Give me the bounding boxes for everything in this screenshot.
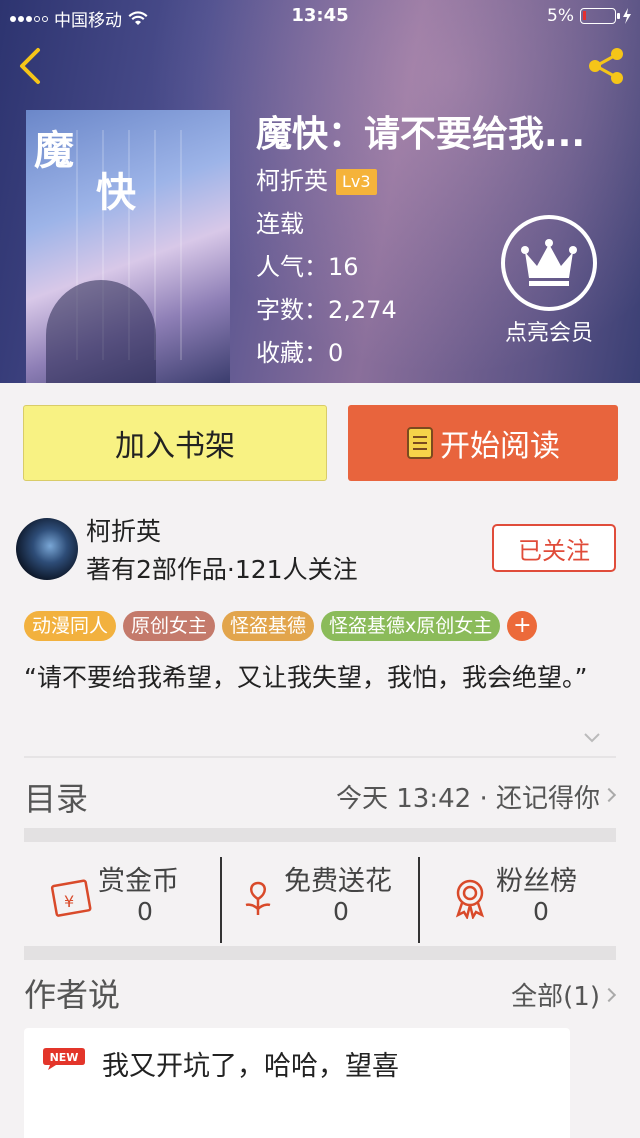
tag[interactable]: 动漫同人 [24,611,117,641]
author-notes-title: 作者说 [24,976,121,1014]
author-name[interactable]: 柯折英 [86,512,161,548]
battery-icon [580,8,620,24]
favorites-label: 收藏： [256,339,328,367]
book-synopsis: “请不要给我希望，又让我失望，我怕，我会绝望。” [24,663,588,692]
book-title: 魔快：请不要给我... [256,114,586,155]
section-separator [24,828,616,842]
book-icon [407,427,433,459]
add-to-shelf-button[interactable]: 加入书架 [23,405,327,481]
divider [24,756,616,758]
popularity-label: 人气： [256,253,328,281]
book-author[interactable]: 柯折英 [256,160,328,203]
status-bar: 中国移动 13:45 5% [0,0,640,34]
cover-title-char: 快 [96,169,136,216]
chevron-down-icon[interactable] [582,730,602,744]
cover-figure [46,280,156,383]
back-button[interactable] [12,46,48,86]
chevron-right-icon [601,787,617,803]
share-button[interactable] [586,46,626,86]
author-note-text: 我又开坑了，哈哈，望喜 [102,1051,399,1082]
action-bar: 加入书架 开始阅读 [0,405,640,482]
reward-label: 免费送花 [284,866,392,897]
author-note-card[interactable]: NEW 我又开坑了，哈哈，望喜 [24,1028,570,1138]
divider [418,857,420,943]
latest-chapter: 今天 13:42 · 还记得你 [336,784,600,814]
toc-title: 目录 [24,780,89,818]
send-flower-button[interactable]: 免费送花 0 [236,855,416,926]
start-reading-button[interactable]: 开始阅读 [348,405,618,481]
charging-icon [623,8,631,24]
reward-value: 0 [533,897,549,926]
fan-ranking-button[interactable]: 粉丝榜 0 [448,855,608,926]
tag[interactable]: 怪盗基德x原创女主 [321,611,501,641]
new-badge-label: NEW [50,1051,79,1064]
vip-label: 点亮会员 [504,321,593,346]
flower-icon [245,881,271,915]
svg-text:¥: ¥ [64,892,74,911]
level-badge: Lv3 [336,168,377,195]
clock: 13:45 [291,5,349,26]
view-all-notes-link[interactable]: 全部(1) [511,976,600,1013]
tag[interactable]: 原创女主 [123,611,216,641]
tag-list: 动漫同人 原创女主 怪盗基德 怪盗基德x原创女主 + [24,611,538,641]
author-line: 柯折英 Lv3 [256,160,636,203]
new-badge-icon: NEW [43,1048,85,1070]
battery-info: 5% [547,6,632,26]
book-cover[interactable]: 魔 快 [26,110,230,383]
avatar[interactable] [16,518,78,580]
share-icon [589,48,623,84]
reward-value: 0 [137,897,153,926]
tag[interactable]: 怪盗基德 [222,611,315,641]
table-of-contents-row[interactable]: 目录 今天 13:42 · 还记得你 [0,760,640,826]
start-reading-label: 开始阅读 [440,429,560,464]
reward-coins-button[interactable]: ¥ 赏金币 0 [50,855,210,926]
words-label: 字数： [256,296,328,324]
words-value: 2,274 [328,296,397,324]
status-text: 连载 [256,210,304,238]
follow-button[interactable]: 已关注 [492,524,616,572]
section-separator [24,946,616,960]
chevron-right-icon [601,987,617,1003]
favorites-value: 0 [328,339,344,367]
divider [220,857,222,943]
reward-label: 粉丝榜 [496,866,577,897]
add-tag-button[interactable]: + [507,611,538,641]
book-header: 中国移动 13:45 5% 魔 快 魔快：请不要给我... 柯折英 Lv3 连载… [0,0,640,383]
reward-label: 赏金币 [98,866,179,897]
red-envelope-icon: ¥ [50,879,92,917]
reward-bar: ¥ 赏金币 0 免费送花 0 粉丝榜 0 [0,845,640,945]
author-notes-header: 作者说 全部(1) [0,960,640,1026]
crown-icon [501,215,597,311]
reward-value: 0 [333,897,349,926]
author-stats: 著有2部作品·121人关注 [86,555,358,584]
cover-title-char: 魔 [34,127,74,174]
back-arrow-icon [20,48,40,84]
battery-percent: 5% [547,6,574,26]
vip-button[interactable]: 点亮会员 [498,215,600,347]
author-row: 柯折英 著有2部作品·121人关注 已关注 [0,512,640,592]
medal-icon [455,879,485,919]
popularity-value: 16 [328,253,359,281]
